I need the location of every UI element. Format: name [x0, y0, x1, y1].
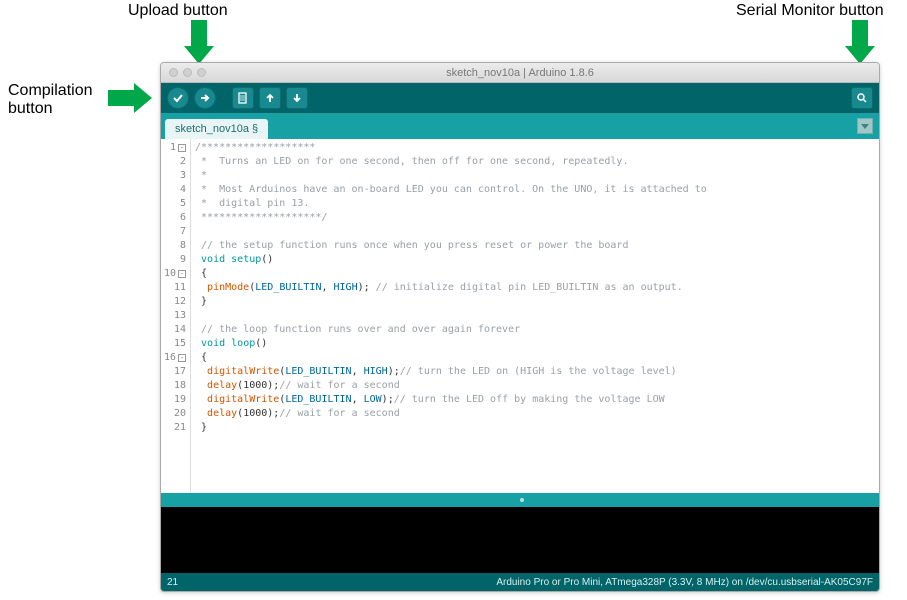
new-button[interactable]	[232, 87, 254, 109]
console	[161, 493, 879, 573]
tab-sketch[interactable]: sketch_nov10a §	[165, 119, 268, 139]
gutter-line: 11	[163, 281, 186, 295]
label-serial: Serial Monitor button	[736, 2, 884, 20]
toolbar	[161, 83, 879, 113]
code-editor[interactable]: 1-2345678910-111213141516-1718192021 /**…	[161, 139, 879, 493]
gutter-line: 1-	[163, 141, 186, 155]
code-line[interactable]	[195, 225, 707, 239]
code-line[interactable]: /*******************	[195, 141, 707, 155]
gutter-line: 18	[163, 379, 186, 393]
arrow-down-icon	[291, 92, 303, 104]
fold-icon[interactable]: -	[178, 144, 186, 152]
label-compile-1: Compilation	[8, 82, 92, 100]
gutter-line: 3	[163, 169, 186, 183]
code-line[interactable]: // the setup function runs once when you…	[195, 239, 707, 253]
gutter-line: 13	[163, 309, 186, 323]
status-board-port: Arduino Pro or Pro Mini, ATmega328P (3.3…	[496, 577, 873, 588]
code-line[interactable]: {	[195, 351, 707, 365]
file-icon	[237, 92, 249, 104]
code-line[interactable]: * Most Arduinos have an on-board LED you…	[195, 183, 707, 197]
code-line[interactable]: void setup()	[195, 253, 707, 267]
window-title: sketch_nov10a | Arduino 1.8.6	[446, 67, 594, 79]
code-line[interactable]: digitalWrite(LED_BUILTIN, HIGH);// turn …	[195, 365, 707, 379]
gutter-line: 12	[163, 295, 186, 309]
code-line[interactable]: * digital pin 13.	[195, 197, 707, 211]
close-dot[interactable]	[169, 68, 178, 77]
code-line[interactable]: pinMode(LED_BUILTIN, HIGH); // initializ…	[195, 281, 707, 295]
save-button[interactable]	[286, 87, 308, 109]
code-line[interactable]: }	[195, 295, 707, 309]
code-line[interactable]	[195, 309, 707, 323]
gutter-line: 7	[163, 225, 186, 239]
gutter-line: 20	[163, 407, 186, 421]
magnifier-icon	[856, 92, 868, 104]
status-bar: 21 Arduino Pro or Pro Mini, ATmega328P (…	[161, 573, 879, 591]
gutter-line: 8	[163, 239, 186, 253]
gutter-line: 21	[163, 421, 186, 435]
gutter-line: 14	[163, 323, 186, 337]
gutter-line: 5	[163, 197, 186, 211]
open-button[interactable]	[259, 87, 281, 109]
titlebar: sketch_nov10a | Arduino 1.8.6	[161, 63, 879, 83]
code-line[interactable]: ********************/	[195, 211, 707, 225]
code-line[interactable]: void loop()	[195, 337, 707, 351]
arrow-up-icon	[264, 92, 276, 104]
gutter-line: 10-	[163, 267, 186, 281]
gutter-line: 19	[163, 393, 186, 407]
label-upload: Upload button	[128, 2, 228, 20]
upload-button[interactable]	[194, 87, 216, 109]
code-line[interactable]: delay(1000);// wait for a second	[195, 407, 707, 421]
code-line[interactable]: // the loop function runs over and over …	[195, 323, 707, 337]
compile-button[interactable]	[167, 87, 189, 109]
gutter-line: 16-	[163, 351, 186, 365]
gutter-line: 15	[163, 337, 186, 351]
gutter-line: 9	[163, 253, 186, 267]
console-separator[interactable]	[161, 493, 879, 507]
gutter-line: 6	[163, 211, 186, 225]
code-line[interactable]: *	[195, 169, 707, 183]
gutter-line: 17	[163, 365, 186, 379]
check-icon	[172, 92, 184, 104]
status-line-num: 21	[167, 577, 178, 588]
label-compile-2: button	[8, 100, 52, 118]
serial-monitor-button[interactable]	[851, 87, 873, 109]
min-dot[interactable]	[183, 68, 192, 77]
code-area[interactable]: /******************* * Turns an LED on f…	[191, 139, 711, 493]
code-line[interactable]: digitalWrite(LED_BUILTIN, LOW);// turn t…	[195, 393, 707, 407]
code-line[interactable]: delay(1000);// wait for a second	[195, 379, 707, 393]
console-output	[161, 507, 879, 573]
fold-icon[interactable]: -	[178, 270, 186, 278]
code-line[interactable]: }	[195, 421, 707, 435]
traffic-lights[interactable]	[169, 68, 206, 77]
code-line[interactable]: {	[195, 267, 707, 281]
gutter-line: 2	[163, 155, 186, 169]
arrow-right-icon	[199, 92, 211, 104]
code-line[interactable]: * Turns an LED on for one second, then o…	[195, 155, 707, 169]
gutter-line: 4	[163, 183, 186, 197]
max-dot[interactable]	[197, 68, 206, 77]
arduino-window: sketch_nov10a | Arduino 1.8.6 sketch_nov…	[160, 62, 880, 592]
fold-icon[interactable]: -	[178, 354, 186, 362]
tab-menu-button[interactable]	[857, 118, 873, 134]
line-gutter: 1-2345678910-111213141516-1718192021	[161, 139, 191, 493]
tab-strip: sketch_nov10a §	[161, 113, 879, 139]
